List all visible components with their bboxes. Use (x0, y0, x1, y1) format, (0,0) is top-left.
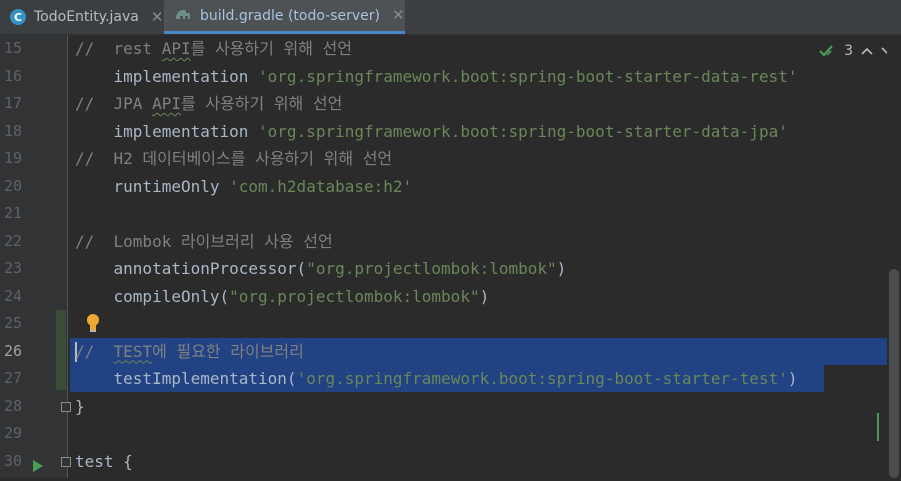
code-text: annotationProcessor("org.projectlombok:l… (75, 259, 567, 278)
line-number: 17 (3, 94, 22, 112)
line-number: 19 (3, 149, 22, 167)
java-class-icon: C (10, 9, 26, 25)
code-text: } (75, 396, 85, 416)
line-number: 22 (3, 231, 22, 250)
code-line: 23 annotationProcessor("org.projectlombo… (0, 255, 901, 282)
line-number: 29 (3, 424, 22, 442)
chevron-up-icon[interactable] (861, 46, 873, 56)
checkmark-icon (818, 43, 836, 59)
editor-tab-bar: C TodoEntity.java ✕ build.gradle (todo-s… (0, 0, 901, 35)
code-line: 25 (0, 310, 901, 337)
code-line: 24 compileOnly("org.projectlombok:lombok… (0, 283, 901, 310)
code-text: // rest API를 사용하기 위해 선언 (75, 39, 352, 58)
fold-marker-icon[interactable] (61, 401, 71, 412)
close-icon[interactable]: ✕ (392, 8, 405, 23)
line-number: 18 (3, 121, 22, 140)
line-number: 21 (3, 204, 22, 222)
tab-label: build.gradle (todo-server) (200, 7, 380, 24)
code-text: implementation 'org.springframework.boot… (75, 121, 788, 141)
code-text: // Lombok 라이브러리 사용 선언 (75, 231, 333, 251)
code-line: 19 // H2 데이터베이스를 사용하기 위해 선언 (0, 145, 901, 172)
change-stripe-marker (877, 413, 879, 441)
tab-label: TodoEntity.java (34, 9, 139, 25)
code-line: 15 // rest API를 사용하기 위해 선언 (0, 35, 901, 62)
line-number: 30 (3, 451, 22, 470)
line-number: 28 (3, 396, 22, 415)
code-line: 20 runtimeOnly 'com.h2database:h2' (0, 173, 901, 200)
code-text: // JPA API를 사용하기 위해 선언 (75, 94, 343, 113)
line-number: 16 (3, 66, 22, 85)
code-line: 26 // TEST에 필요한 라이브러리 (0, 338, 901, 365)
line-number: 15 (3, 39, 22, 57)
code-line: 16 implementation 'org.springframework.b… (0, 63, 901, 90)
code-line: 18 implementation 'org.springframework.b… (0, 118, 901, 145)
gradle-icon (174, 7, 192, 25)
tab-build-gradle[interactable]: build.gradle (todo-server) ✕ (164, 0, 405, 34)
code-text: runtimeOnly 'com.h2database:h2' (75, 176, 413, 196)
code-text: testImplementation('org.springframework.… (75, 369, 798, 388)
fold-marker-icon[interactable] (61, 456, 71, 467)
code-text: compileOnly("org.projectlombok:lombok") (75, 286, 490, 306)
scrollbar-thumb[interactable] (889, 269, 899, 478)
inspection-count: 3 (844, 43, 853, 59)
code-text: implementation 'org.springframework.boot… (75, 66, 798, 86)
code-line: 30 test { (0, 448, 901, 475)
line-number: 23 (3, 259, 22, 277)
close-icon[interactable]: ✕ (151, 9, 164, 25)
line-number: 25 (3, 314, 22, 332)
code-line: 29 (0, 420, 901, 447)
code-text: // H2 데이터베이스를 사용하기 위해 선언 (75, 149, 393, 168)
run-gutter-icon[interactable] (32, 454, 44, 481)
tab-todoentity-java[interactable]: C TodoEntity.java ✕ (0, 0, 164, 34)
code-line: 17 // JPA API를 사용하기 위해 선언 (0, 90, 901, 117)
code-text: // TEST에 필요한 라이브러리 (75, 341, 304, 361)
line-number: 20 (3, 176, 22, 195)
line-number: 27 (3, 369, 22, 387)
code-line: 28 } (0, 393, 901, 420)
inspection-widget[interactable]: 3 (818, 41, 893, 61)
code-line: 22 // Lombok 라이브러리 사용 선언 (0, 228, 901, 255)
code-text: test { (75, 451, 133, 471)
code-line: 27 testImplementation('org.springframewo… (0, 365, 901, 392)
line-number: 24 (3, 286, 22, 305)
code-line: 21 (0, 200, 901, 227)
line-number: 26 (3, 341, 22, 360)
